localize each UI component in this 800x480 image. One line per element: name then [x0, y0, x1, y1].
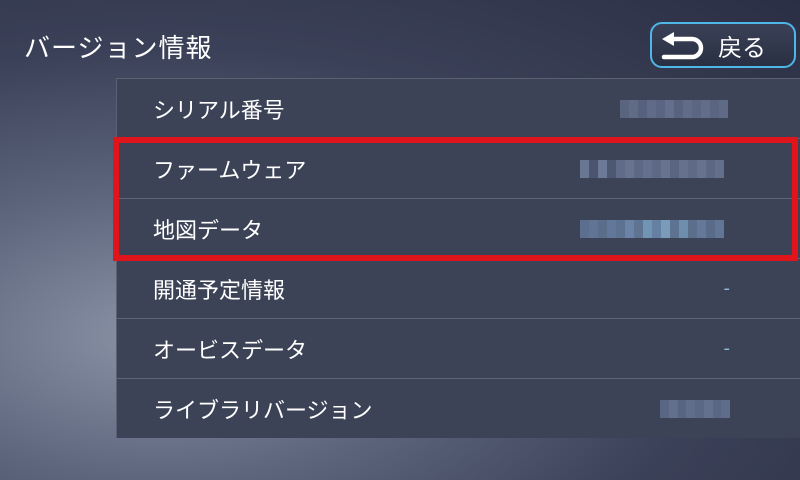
back-button[interactable]: 戻る [650, 22, 796, 68]
version-info-list: シリアル番号 ファームウェア 地図データ 開通予定情報 - オービスデータ - … [116, 78, 800, 438]
row-label: ライブラリバージョン [153, 399, 373, 424]
row-value: - [723, 338, 731, 359]
obscured-value [580, 219, 730, 238]
row-orbis-data[interactable]: オービスデータ - [117, 319, 800, 379]
row-label: 開通予定情報 [153, 278, 286, 304]
row-label: シリアル番号 [153, 98, 285, 124]
u-turn-back-arrow-icon [656, 28, 706, 62]
row-serial-number[interactable]: シリアル番号 [117, 79, 800, 139]
row-value: - [723, 278, 731, 299]
page-title: バージョン情報 [24, 34, 213, 64]
row-label: オービスデータ [153, 338, 308, 364]
obscured-value [660, 400, 730, 418]
row-opening-schedule[interactable]: 開通予定情報 - [117, 259, 800, 319]
row-firmware[interactable]: ファームウェア [117, 139, 800, 199]
obscured-value [580, 159, 730, 178]
row-map-data[interactable]: 地図データ [117, 199, 800, 259]
row-library-version[interactable]: ライブラリバージョン [117, 379, 800, 439]
row-label: 地図データ [153, 218, 264, 244]
obscured-value [620, 99, 730, 118]
row-label: ファームウェア [153, 158, 307, 184]
back-button-label: 戻る [718, 33, 766, 62]
